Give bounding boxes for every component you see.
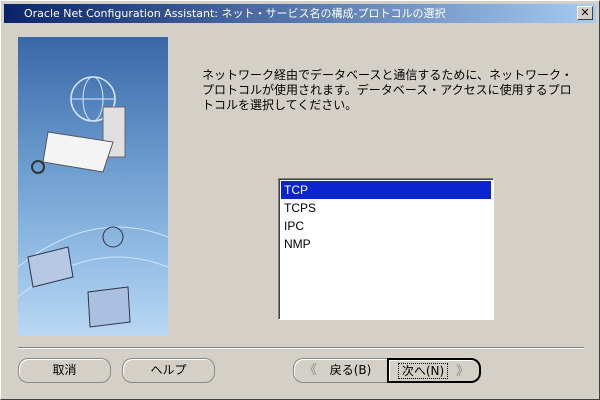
close-button[interactable]: ✕ xyxy=(577,6,593,20)
title-bar: Oracle Net Configuration Assistant: ネット・… xyxy=(4,4,596,23)
next-arrow-icon: 》 xyxy=(455,364,469,379)
network-illustration-icon xyxy=(18,76,168,328)
help-label: ヘルプ xyxy=(150,363,187,377)
divider xyxy=(18,347,584,349)
protocol-listbox[interactable]: TCP TCPS IPC NMP xyxy=(278,178,494,320)
protocol-item-tcp[interactable]: TCP xyxy=(281,181,491,199)
back-arrow-icon: 《 xyxy=(304,363,318,378)
next-label: 次へ(N) xyxy=(397,363,449,379)
wizard-illustration xyxy=(18,37,168,336)
instruction-text: ネットワーク経由でデータベースと通信するために、ネットワーク・プロトコルが使用さ… xyxy=(202,68,573,112)
protocol-item-ipc[interactable]: IPC xyxy=(281,217,491,235)
protocol-item-nmp[interactable]: NMP xyxy=(281,235,491,253)
help-button[interactable]: ヘルプ xyxy=(122,358,215,383)
back-button[interactable]: 《 戻る(B) xyxy=(293,358,388,383)
back-label: 戻る(B) xyxy=(329,363,372,377)
next-button[interactable]: 次へ(N) 》 xyxy=(387,358,481,383)
protocol-item-tcps[interactable]: TCPS xyxy=(281,199,491,217)
cancel-button[interactable]: 取消 xyxy=(18,358,111,383)
cancel-label: 取消 xyxy=(52,363,77,377)
window-title: Oracle Net Configuration Assistant: ネット・… xyxy=(24,7,446,20)
